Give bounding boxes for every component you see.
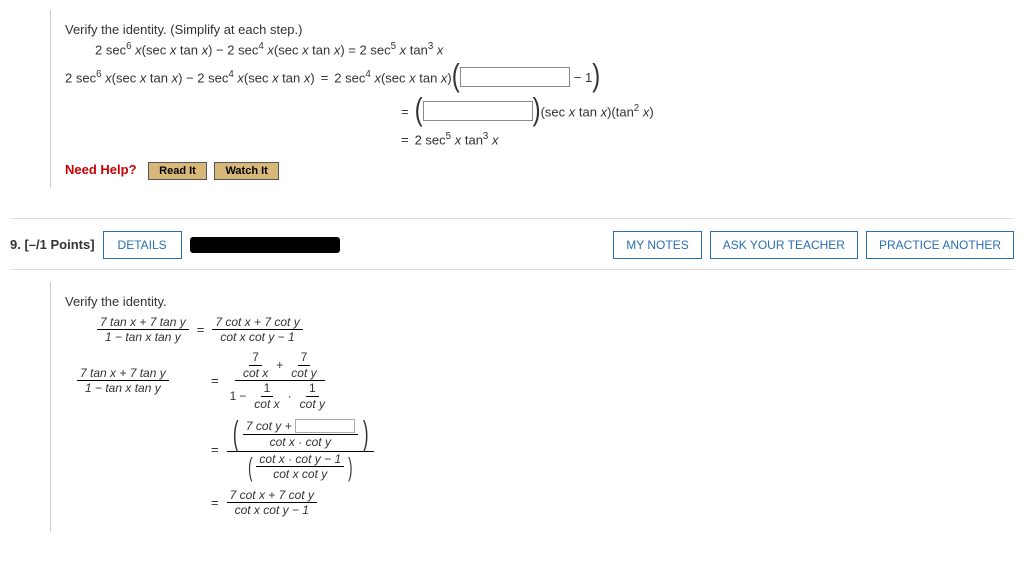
q9-prompt: Verify the identity. <box>65 294 1024 309</box>
read-it-button[interactable]: Read It <box>148 162 207 180</box>
paren-close-icon: ) <box>362 417 368 451</box>
q8-step2-tail: (sec x tan x)(tan2 x) <box>541 103 654 119</box>
need-help-label: Need Help? <box>65 162 137 177</box>
fraction: 7 cot x + 7 cot y cot x cot y − 1 <box>227 488 317 518</box>
paren-close-icon: ) <box>533 93 541 129</box>
q8-step3-rhs: 2 sec5 x tan3 x <box>415 131 499 147</box>
q8-step1-tail: − 1 <box>574 70 592 85</box>
compound-fraction: 7cot x + 7cot y 1 − 1cot x · 1cot y <box>227 350 333 411</box>
details-button[interactable]: DETAILS <box>103 231 182 259</box>
paren-close-icon: ) <box>348 454 352 480</box>
redacted-source <box>190 237 340 253</box>
ask-teacher-button[interactable]: ASK YOUR TEACHER <box>710 231 858 259</box>
question-9-header: 9. [–/1 Points] DETAILS MY NOTES ASK YOU… <box>10 231 1014 259</box>
fraction: 7 tan x + 7 tan y 1 − tan x tan y <box>97 315 189 345</box>
watch-it-button[interactable]: Watch It <box>214 162 278 180</box>
q9-step1: 7 tan x + 7 tan y 1 − tan x tan y = 7cot… <box>75 350 1024 411</box>
practice-another-button[interactable]: PRACTICE ANOTHER <box>866 231 1014 259</box>
question-9-body: Verify the identity. 7 tan x + 7 tan y 1… <box>50 282 1024 532</box>
equals-sign: = <box>401 132 409 147</box>
right-button-group: MY NOTES ASK YOUR TEACHER PRACTICE ANOTH… <box>613 231 1014 259</box>
equals-sign: = <box>211 495 219 510</box>
paren-open-icon: ( <box>248 454 252 480</box>
q8-step1: 2 sec6 x(sec x tan x) − 2 sec4 x(sec x t… <box>65 63 1024 91</box>
compound-fraction: ( 7 cot y + cot x · cot y ) ( cot x · co… <box>227 417 374 482</box>
equals-sign: = <box>321 70 329 85</box>
q8-step1-pre: 2 sec4 x(sec x tan x) <box>334 69 451 85</box>
question-number: 9. [–/1 Points] <box>10 237 95 252</box>
equals-sign: = <box>401 104 409 119</box>
q8-step1-lhs: 2 sec6 x(sec x tan x) − 2 sec4 x(sec x t… <box>65 69 315 85</box>
q8-step3: = 2 sec5 x tan3 x <box>395 131 1024 147</box>
answer-input-1[interactable] <box>460 67 570 87</box>
question-8-body: Verify the identity. (Simplify at each s… <box>50 10 1024 188</box>
q8-step2: = ( ) (sec x tan x)(tan2 x) <box>395 97 1024 125</box>
fraction: 7 tan x + 7 tan y 1 − tan x tan y <box>77 366 169 396</box>
fraction: 7 cot x + 7 cot y cot x cot y − 1 <box>212 315 302 345</box>
q9-step3: = 7 cot x + 7 cot y cot x cot y − 1 <box>75 488 1024 518</box>
q8-identity: 2 sec6 x(sec x tan x) − 2 sec4 x(sec x t… <box>95 41 1024 57</box>
equals-sign: = <box>211 373 219 388</box>
answer-blank[interactable] <box>295 419 355 433</box>
paren-open-icon: ( <box>415 93 423 129</box>
answer-input-2[interactable] <box>423 101 533 121</box>
paren-open-icon: ( <box>452 59 460 95</box>
q8-prompt: Verify the identity. (Simplify at each s… <box>65 22 1024 37</box>
divider <box>10 269 1014 270</box>
paren-open-icon: ( <box>232 417 238 451</box>
equals-sign: = <box>197 322 205 337</box>
need-help-row: Need Help? Read It Watch It <box>65 162 1024 180</box>
q9-step2: = ( 7 cot y + cot x · cot y ) ( cot x · … <box>75 417 1024 482</box>
paren-close-icon: ) <box>592 59 600 95</box>
equals-sign: = <box>211 442 219 457</box>
divider <box>10 218 1014 219</box>
my-notes-button[interactable]: MY NOTES <box>613 231 701 259</box>
q9-identity: 7 tan x + 7 tan y 1 − tan x tan y = 7 co… <box>95 315 1024 345</box>
